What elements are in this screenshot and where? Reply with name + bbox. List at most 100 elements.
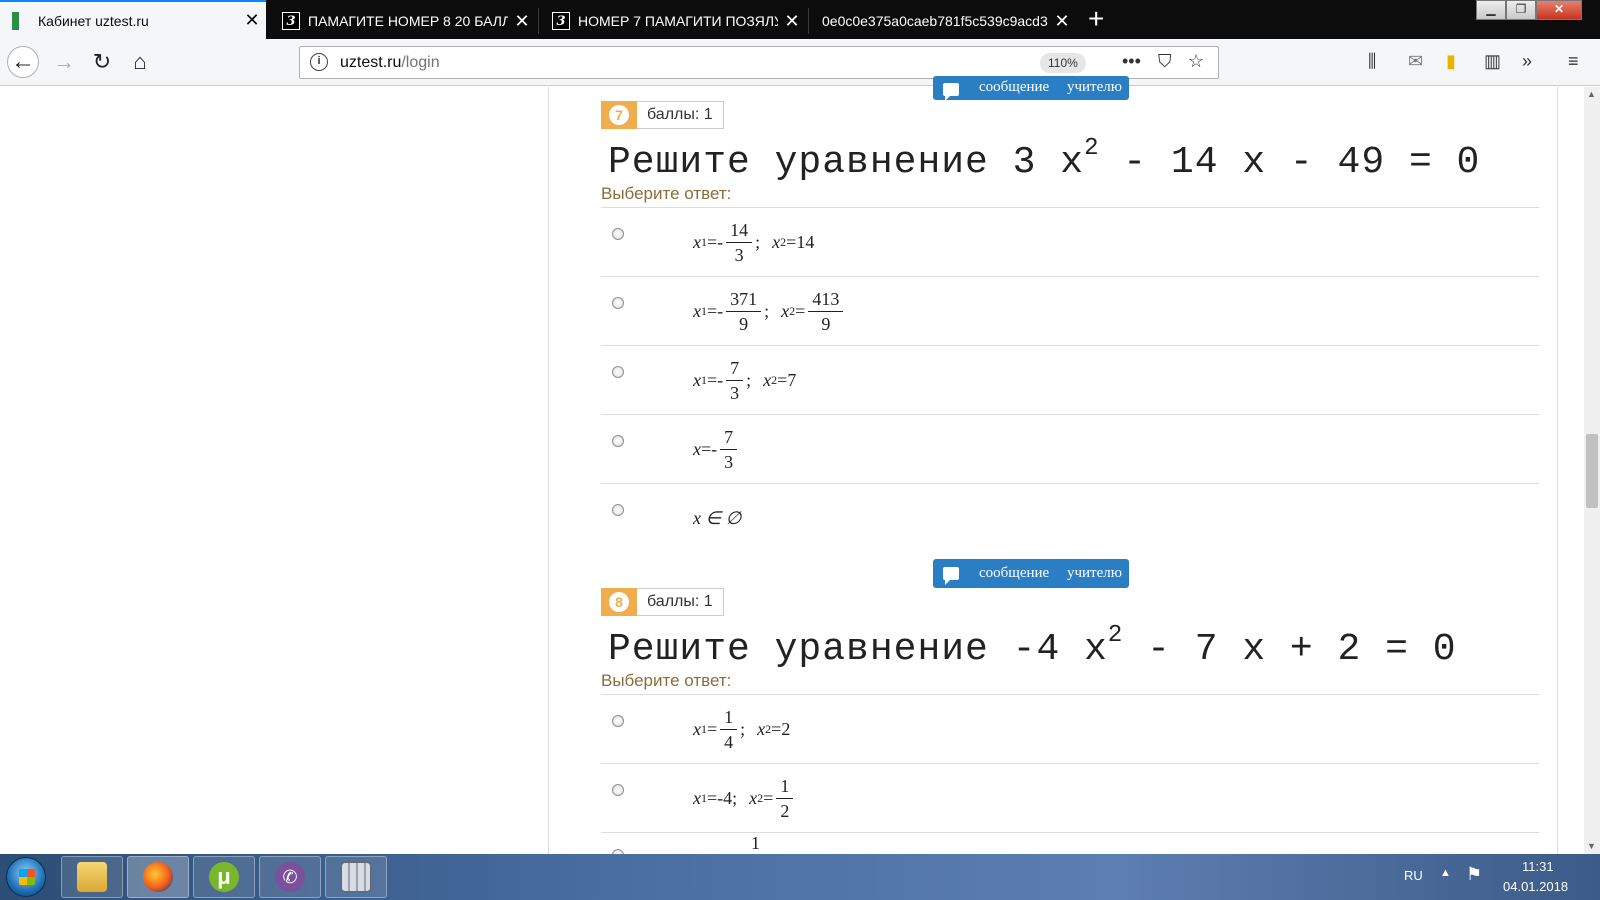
x2-value: 7 — [787, 370, 797, 390]
answer-option[interactable]: x 1 = - 371 9; x 2 = 413 9 — [601, 276, 1539, 345]
answer-math: x 1 = - 14 3; x 2 = 14 — [693, 220, 815, 265]
x-numerator: 7 — [720, 427, 738, 450]
clock-time[interactable]: 11:31 — [1522, 859, 1554, 874]
tab-close-icon[interactable]: ✕ — [238, 10, 266, 31]
tab-znanija-8[interactable]: 3 ПАМАГИТЕ НОМЕР 8 20 БАЛЛОВ ✕ — [270, 3, 536, 39]
taskbar-viber[interactable]: ✆ — [259, 856, 321, 898]
answer-radio[interactable] — [612, 228, 624, 240]
equation-rest: - 7 x + 2 = 0 — [1123, 628, 1457, 671]
scroll-up-icon[interactable]: ▲ — [1587, 89, 1596, 99]
reload-icon[interactable]: ↻ — [86, 46, 118, 78]
bookmark-star-icon[interactable]: ☆ — [1188, 51, 1204, 72]
show-hidden-icons-icon[interactable]: ▲ — [1440, 867, 1451, 879]
site-info-icon[interactable]: i — [310, 53, 328, 71]
address-bar[interactable]: i uztest.ru/login 110% ••• ⛉ ☆ — [299, 46, 1219, 79]
answer-option[interactable]: x 1 = -4; x 2 = 1 2 — [601, 763, 1539, 832]
x-sign: - — [711, 439, 718, 459]
action-center-flag-icon[interactable]: ⚑ — [1466, 864, 1482, 885]
taskbar-firefox[interactable] — [127, 856, 189, 898]
answer-radio[interactable] — [612, 504, 624, 516]
speech-bubble-icon — [943, 83, 959, 100]
znanija-favicon: 3 — [282, 12, 300, 30]
x1-denominator: 9 — [739, 314, 749, 334]
x1-denominator: 3 — [734, 245, 744, 265]
overflow-chevron-icon[interactable]: » — [1522, 51, 1532, 72]
answer-option[interactable]: x = - 73 — [601, 414, 1539, 483]
url-host: uztest.ru — [340, 54, 402, 71]
answer-option[interactable]: x 1 = - 14 3; x 2 = 14 — [601, 207, 1539, 276]
tab-separator — [808, 8, 809, 34]
page-scrollbar[interactable]: ▲ ▼ — [1584, 87, 1600, 854]
tab-close-icon[interactable]: ✕ — [778, 11, 806, 32]
x1-numerator: 14 — [726, 220, 753, 243]
answer-option[interactable]: x ∈ ∅ — [601, 483, 1539, 552]
page-actions-icon[interactable]: ••• — [1122, 51, 1141, 72]
windows-taskbar: μ ✆ RU ▲ ⚑ 11:31 04.01.2018 — [0, 854, 1600, 900]
start-button-icon[interactable] — [6, 857, 46, 897]
url-path: /login — [401, 54, 440, 71]
x2-fraction: 12 — [776, 776, 794, 821]
forward-arrow-icon[interactable]: → — [48, 46, 80, 78]
viber-icon: ✆ — [275, 862, 305, 892]
tab-strip: Кабинет uztest.ru ✕ 3 ПАМАГИТЕ НОМЕР 8 2… — [0, 0, 1600, 39]
scrollbar-thumb[interactable] — [1586, 434, 1598, 508]
tab-close-icon[interactable]: ✕ — [1048, 11, 1076, 32]
answer-option[interactable]: x 1 = 1 4; x 2 = 2 — [601, 694, 1539, 763]
x2-value: 14 — [796, 232, 815, 252]
answer-math: x 1 = - 371 9; x 2 = 413 9 — [693, 277, 846, 346]
equation-lead: -4 x — [1012, 628, 1108, 671]
speech-bubble-icon — [943, 567, 959, 585]
menu-hamburger-icon[interactable]: ≡ — [1568, 51, 1579, 72]
taskbar-utorrent[interactable]: μ — [193, 856, 255, 898]
question-equation: Решите уравнение 3 x2 - 14 x - 49 = 0 — [608, 135, 1480, 184]
tab-znanija-7[interactable]: 3 НОМЕР 7 ПАМАГИТИ ПОЗЯЛУЙСТА ✕ — [540, 3, 806, 39]
calculator-icon — [341, 862, 371, 892]
question-header: 8 баллы: 1 — [601, 588, 724, 616]
answer-math: x 1 = 1 4; x 2 = 2 — [693, 707, 791, 752]
new-tab-plus-icon[interactable]: + — [1088, 4, 1104, 34]
tab-image[interactable]: 0e0c0e375a0caeb781f5c539c9acd3a ✕ — [810, 3, 1076, 39]
x2-denominator: 2 — [780, 801, 790, 821]
scroll-down-icon[interactable]: ▼ — [1587, 841, 1596, 851]
close-window-icon[interactable]: ✕ — [1536, 0, 1582, 20]
pocket-icon[interactable]: ⛉ — [1158, 51, 1172, 72]
tab-title: 0e0c0e375a0caeb781f5c539c9acd3a — [822, 13, 1048, 29]
library-icon[interactable]: ⫼ — [1368, 51, 1376, 72]
question-points: баллы: 1 — [637, 101, 724, 129]
message-teacher-button[interactable]: сообщение учителю — [933, 76, 1129, 100]
sidebar-icon[interactable]: ▥ — [1484, 51, 1501, 72]
taskbar-file-explorer[interactable] — [61, 856, 123, 898]
answer-option[interactable]: x 1 = - 7 3; x 2 = 7 — [601, 345, 1539, 414]
answer-radio[interactable] — [612, 715, 624, 727]
taskbar-calculator[interactable] — [325, 856, 387, 898]
firefox-icon — [143, 862, 173, 892]
url-text[interactable]: uztest.ru/login — [340, 54, 440, 72]
x1-numerator: 1 — [720, 707, 738, 730]
x1-value: -4 — [717, 788, 733, 808]
answer-math: x 1 = - 7 3; x 2 = 7 — [693, 358, 797, 403]
answer-radio[interactable] — [612, 784, 624, 796]
x2-denominator: 9 — [821, 314, 831, 334]
clock-date[interactable]: 04.01.2018 — [1503, 879, 1568, 894]
answer-option[interactable]: 1 — [601, 832, 1539, 854]
equation-prefix: Решите уравнение — [608, 141, 1013, 184]
tab-uztest[interactable]: Кабинет uztest.ru ✕ — [0, 0, 266, 39]
equation-prefix: Решите уравнение — [608, 628, 1013, 671]
language-indicator[interactable]: RU — [1404, 868, 1423, 883]
zoom-level-badge[interactable]: 110% — [1040, 53, 1086, 73]
home-icon[interactable]: ⌂ — [124, 46, 156, 78]
minimize-window-icon[interactable]: ▁ — [1476, 0, 1506, 20]
message-teacher-button[interactable]: сообщение учителю — [933, 559, 1129, 588]
answer-radio[interactable] — [612, 366, 624, 378]
znanija-favicon: 3 — [552, 12, 570, 30]
back-arrow-icon[interactable]: ← — [7, 46, 39, 78]
answer-math: x = - 73 — [693, 415, 740, 484]
bookmark-extension-icon[interactable]: ▮ — [1446, 51, 1456, 72]
x1-sign: - — [717, 232, 724, 252]
mail-extension-icon[interactable]: ✉ — [1408, 51, 1423, 72]
answer-radio[interactable] — [612, 297, 624, 309]
maximize-window-icon[interactable]: ❐ — [1506, 0, 1536, 20]
tab-close-icon[interactable]: ✕ — [508, 11, 536, 32]
question-points: баллы: 1 — [637, 588, 724, 616]
answer-radio[interactable] — [612, 435, 624, 447]
